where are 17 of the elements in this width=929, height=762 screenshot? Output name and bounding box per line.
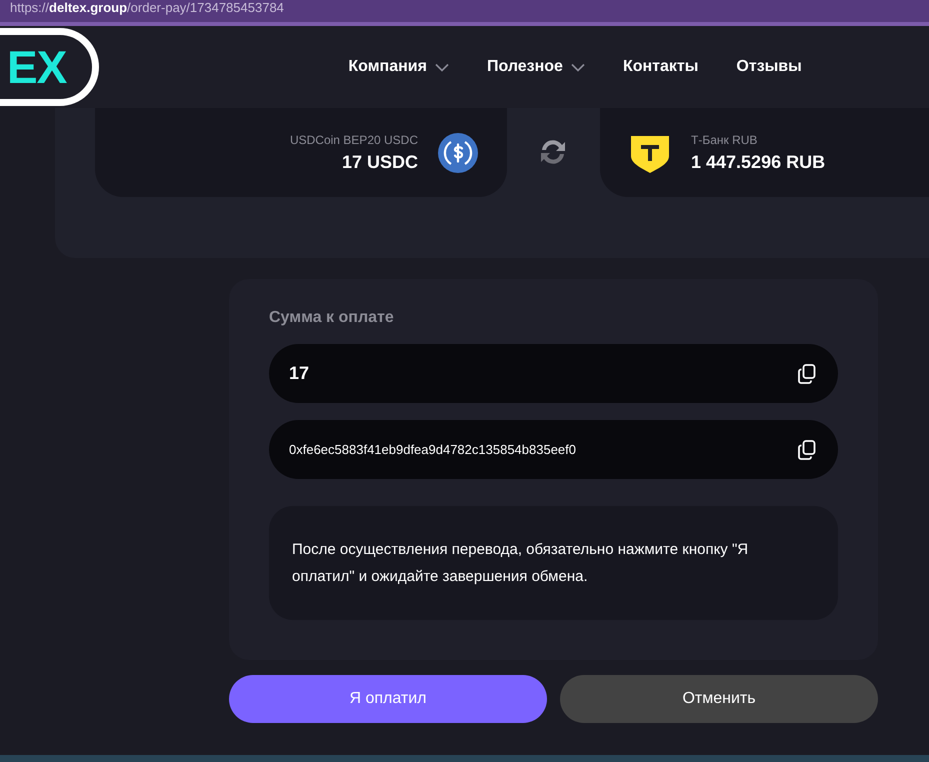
nav-link[interactable]: Компания [348,58,449,76]
currency-name: USDCoin BEP20 USDC [290,132,418,146]
field-label: Сумма к оплате [269,309,395,327]
cancel-button[interactable]: Отменить [560,675,878,723]
field-value: 0xfe6ec5883f41eb9dfea9d4782c135854b835eef0 [289,442,576,457]
nav-link[interactable]: Контакты [622,58,698,76]
currency-name: Т-Банк RUB [691,132,758,146]
coin-icon [438,132,478,172]
currency-amount: 1 447.5296 RUB [691,152,826,172]
copy-icon[interactable] [798,364,816,384]
paid-button[interactable]: Я оплатил [229,675,547,723]
field-value: 17 [289,363,310,384]
nav-link[interactable]: Отзывы [736,58,802,76]
currency-amount: 17 USDC [342,152,418,172]
copy-icon[interactable] [798,440,816,460]
nav-link[interactable]: Полезное [486,58,585,76]
notice-text: После осуществления перевода, обязательно нажмите кнопку "Я оплатил" и ожидайте завершения обмена. [269,506,838,620]
